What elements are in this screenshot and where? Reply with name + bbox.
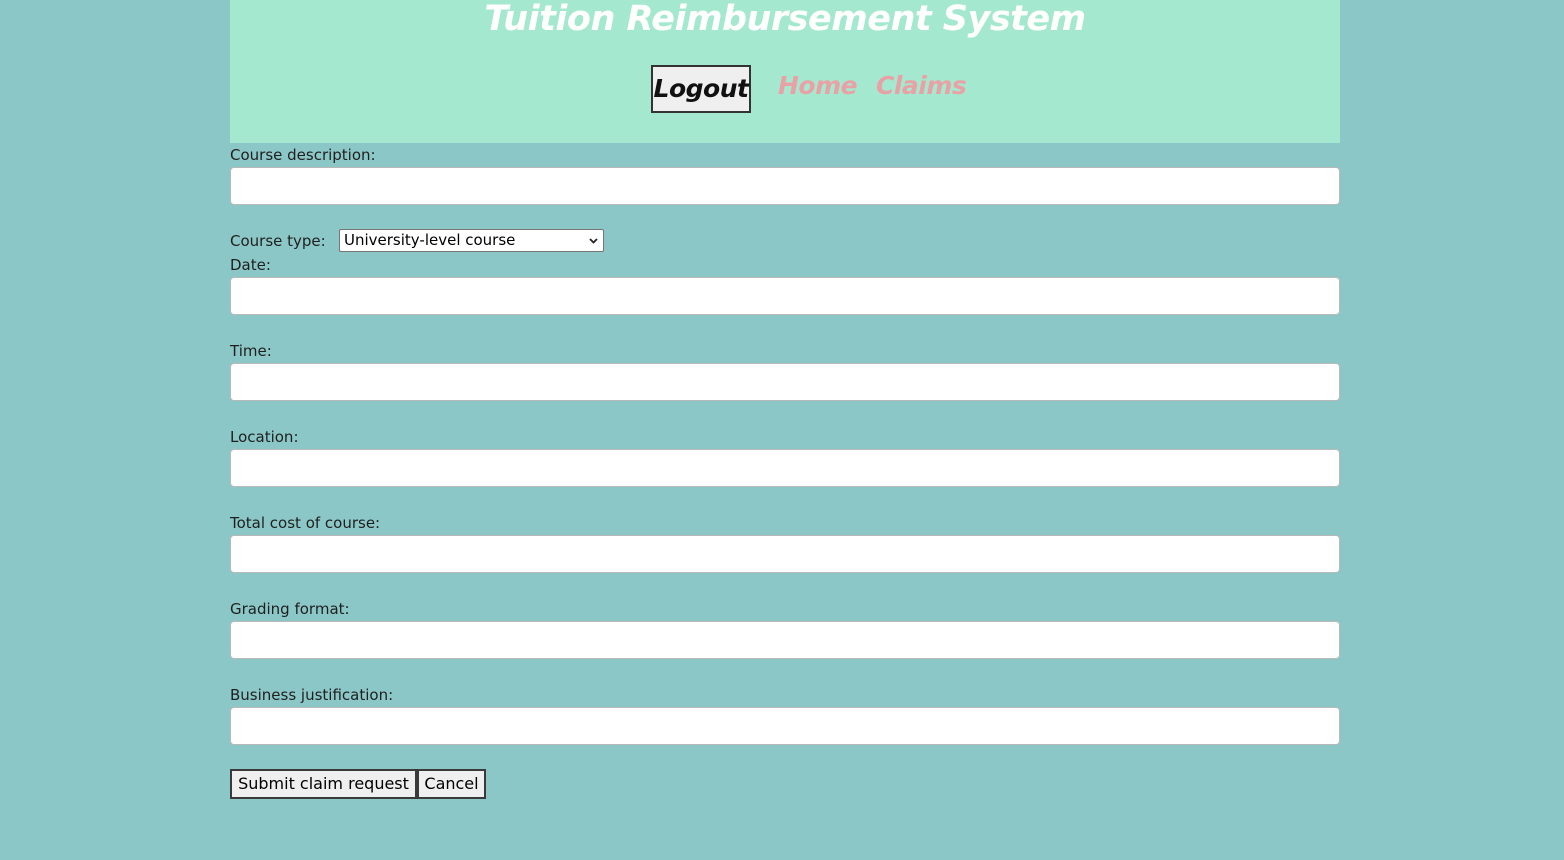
grading-format-field[interactable] [230,621,1340,659]
logout-button[interactable]: Logout [651,65,751,113]
cancel-button[interactable]: Cancel [417,769,486,799]
total-cost-field[interactable] [230,535,1340,573]
submit-claim-button[interactable]: Submit claim request [230,769,417,799]
nav-link-home[interactable]: Home [778,69,858,103]
time-label: Time: [230,342,272,360]
course-description-label: Course description: [230,146,376,164]
course-type-select[interactable]: University-level course [339,229,604,252]
grading-format-label: Grading format: [230,600,350,618]
course-type-selected-value: University-level course [344,231,516,249]
chevron-down-icon [589,238,598,244]
time-field[interactable] [230,363,1340,401]
location-label: Location: [230,428,299,446]
site-title: Tuition Reimbursement System [484,0,1086,39]
business-justification-label: Business justification: [230,686,394,704]
course-type-label: Course type: [230,232,326,250]
nav-link-claims[interactable]: Claims [876,69,967,103]
date-label: Date: [230,256,271,274]
site-header: Tuition Reimbursement System Logout Home… [230,0,1340,143]
nav-bar: Logout Home Claims [230,65,1340,113]
page: Tuition Reimbursement System Logout Home… [0,0,1564,860]
location-field[interactable] [230,449,1340,487]
course-description-field[interactable] [230,167,1340,205]
date-field[interactable] [230,277,1340,315]
business-justification-field[interactable] [230,707,1340,745]
total-cost-label: Total cost of course: [230,514,381,532]
